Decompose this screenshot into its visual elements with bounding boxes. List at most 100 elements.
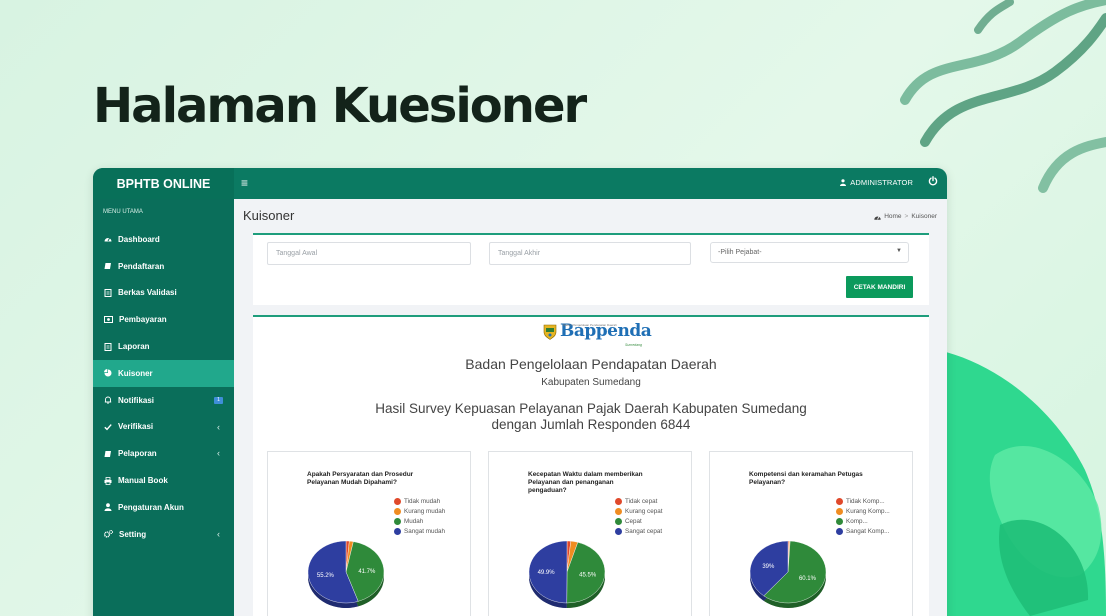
sidebar-item-setting[interactable]: Setting ‹	[93, 521, 234, 548]
print-icon	[104, 476, 112, 485]
report-panel: Bappenda Badan Pengelolaan Pendapatan Da…	[253, 315, 929, 616]
legend-label: Mudah	[404, 518, 424, 525]
sidebar-item-notifikasi[interactable]: Notifikasi 1	[93, 387, 234, 414]
notification-count-badge: 1	[214, 396, 223, 404]
power-icon[interactable]	[928, 176, 938, 186]
legend-item[interactable]: Sangat cepat	[615, 527, 689, 536]
filter-panel: Tanggal Awal Tanggal Akhir -Pilih Pejaba…	[253, 233, 929, 305]
legend-item[interactable]: Sangat mudah	[394, 527, 468, 536]
user-menu[interactable]: ADMINISTRATOR	[840, 178, 913, 187]
organization-subtitle: Kabupaten Sumedang	[541, 377, 641, 388]
legend-label: Sangat mudah	[404, 528, 445, 535]
legend-label: Tidak cepat	[625, 498, 658, 505]
sidebar-item-label: Berkas Validasi	[118, 288, 177, 298]
legend-item[interactable]: Sangat Komp...	[836, 527, 910, 536]
hamburger-menu-icon[interactable]: ≡	[241, 176, 248, 190]
sidebar-item-label: Pelaporan	[118, 449, 157, 459]
legend-item[interactable]: Komp...	[836, 517, 910, 526]
sidebar-item-verifikasi[interactable]: Verifikasi ‹	[93, 414, 234, 441]
sidebar-item-dashboard[interactable]: Dashboard	[93, 226, 234, 253]
legend-label: Komp...	[846, 518, 868, 525]
username-label: ADMINISTRATOR	[850, 178, 913, 187]
hero-title: Halaman Kuesioner	[93, 78, 587, 134]
organization-name: Badan Pengelolaan Pendapatan Daerah	[465, 356, 717, 372]
sidebar-item-kuisoner[interactable]: Kuisoner	[93, 359, 234, 387]
breadcrumb: Home > Kuisoner	[874, 213, 937, 220]
sidebar-item-pengaturan-akun[interactable]: Pengaturan Akun	[93, 494, 234, 521]
sidebar-item-label: Laporan	[118, 342, 150, 352]
start-date-input[interactable]: Tanggal Awal	[267, 242, 471, 265]
legend-label: Sangat cepat	[625, 528, 663, 535]
chart-card-speed: Kecepatan Waktu dalam memberikan Pelayan…	[488, 451, 692, 616]
sidebar-item-pendaftaran[interactable]: Pendaftaran	[93, 253, 234, 280]
legend-item[interactable]: Tidak cepat	[615, 497, 689, 506]
legend-item[interactable]: Tidak Komp...	[836, 497, 910, 506]
user-icon	[104, 503, 112, 512]
sidebar-item-label: Setting	[119, 529, 147, 539]
legend-swatch	[394, 498, 401, 505]
pie-chart: 45.5% 49.9%	[528, 540, 606, 608]
sidebar-item-label: Kuisoner	[118, 368, 153, 378]
sidebar-heading: MENU UTAMA	[103, 209, 143, 215]
breadcrumb-current: Kuisoner	[911, 213, 937, 220]
pie-data-label: 49.9%	[538, 570, 556, 576]
official-select[interactable]: -Pilih Pejabat- ▼	[710, 242, 909, 263]
legend-item[interactable]: Mudah	[394, 517, 468, 526]
chart-title: Apakah Persyaratan dan Prosedur Pelayana…	[307, 471, 414, 486]
breadcrumb-separator: >	[904, 213, 909, 220]
sidebar-item-label: Verifikasi	[118, 422, 154, 432]
main-content: Kuisoner Home > Kuisoner Tanggal Awal Ta…	[234, 199, 947, 616]
legend-label: Tidak Komp...	[846, 498, 885, 505]
chart-title: Kompetensi dan keramahan Petugas Pelayan…	[749, 471, 863, 486]
legend-swatch	[836, 518, 843, 525]
money-icon	[104, 316, 113, 324]
logo-tagline: Badan Pengelolaan Pendapatan Daerah	[563, 323, 617, 327]
file-icon	[104, 342, 112, 351]
dashboard-icon	[104, 238, 112, 242]
legend-item[interactable]: Tidak mudah	[394, 497, 468, 506]
logo-region: Sumedang	[625, 343, 642, 347]
chevron-down-icon: ▼	[896, 248, 902, 254]
bell-icon	[104, 396, 112, 405]
brand-logo[interactable]: BPHTB ONLINE	[93, 168, 234, 199]
chart-card-competence: Kompetensi dan keramahan Petugas Pelayan…	[709, 451, 913, 616]
pie-data-label: 41.7%	[358, 569, 376, 575]
survey-title: Hasil Survey Kepuasan Pelayanan Pajak Da…	[253, 401, 929, 433]
pie-data-label: 60.1%	[799, 576, 817, 582]
sidebar-item-berkas-validasi[interactable]: Berkas Validasi	[93, 280, 234, 307]
legend-label: Kurang Komp...	[846, 508, 890, 515]
sidebar-item-manual-book[interactable]: Manual Book	[93, 467, 234, 494]
print-button[interactable]: CETAK MANDIRI	[846, 276, 913, 298]
legend-item[interactable]: Cepat	[615, 517, 689, 526]
legend-label: Tidak mudah	[404, 498, 441, 505]
app-window: BPHTB ONLINE ≡ ADMINISTRATOR MENU UTAMA …	[93, 168, 947, 616]
chevron-left-icon: ‹	[217, 448, 220, 459]
legend-swatch	[615, 518, 622, 525]
sidebar-item-laporan[interactable]: Laporan	[93, 333, 234, 360]
cogs-icon	[104, 530, 113, 538]
sidebar-item-label: Dashboard	[118, 234, 160, 244]
legend-swatch	[394, 518, 401, 525]
pie-data-label: 45.5%	[579, 573, 597, 579]
sidebar-item-label: Pendaftaran	[118, 261, 165, 271]
file-icon	[104, 288, 112, 297]
legend-swatch	[836, 498, 843, 505]
sidebar-item-pelaporan[interactable]: Pelaporan ‹	[93, 440, 234, 467]
legend-swatch	[615, 508, 622, 515]
sidebar-item-pembayaran[interactable]: Pembayaran	[93, 306, 234, 333]
legend-swatch	[394, 528, 401, 535]
legend-item[interactable]: Kurang Komp...	[836, 507, 910, 516]
top-navbar: BPHTB ONLINE ≡ ADMINISTRATOR	[93, 168, 947, 199]
pie-chart-icon	[104, 369, 112, 377]
survey-title-line-2: dengan Jumlah Responden 6844	[491, 417, 691, 432]
breadcrumb-home-link[interactable]: Home	[884, 213, 901, 220]
end-date-input[interactable]: Tanggal Akhir	[489, 242, 691, 265]
legend-item[interactable]: Kurang cepat	[615, 507, 689, 516]
official-select-value: -Pilih Pejabat-	[718, 249, 762, 256]
legend-item[interactable]: Kurang mudah	[394, 507, 468, 516]
book-icon	[104, 450, 111, 457]
check-icon	[104, 424, 112, 431]
dashboard-icon	[874, 215, 881, 220]
legend-swatch	[836, 528, 843, 535]
pie-data-label: 55.2%	[317, 573, 335, 579]
